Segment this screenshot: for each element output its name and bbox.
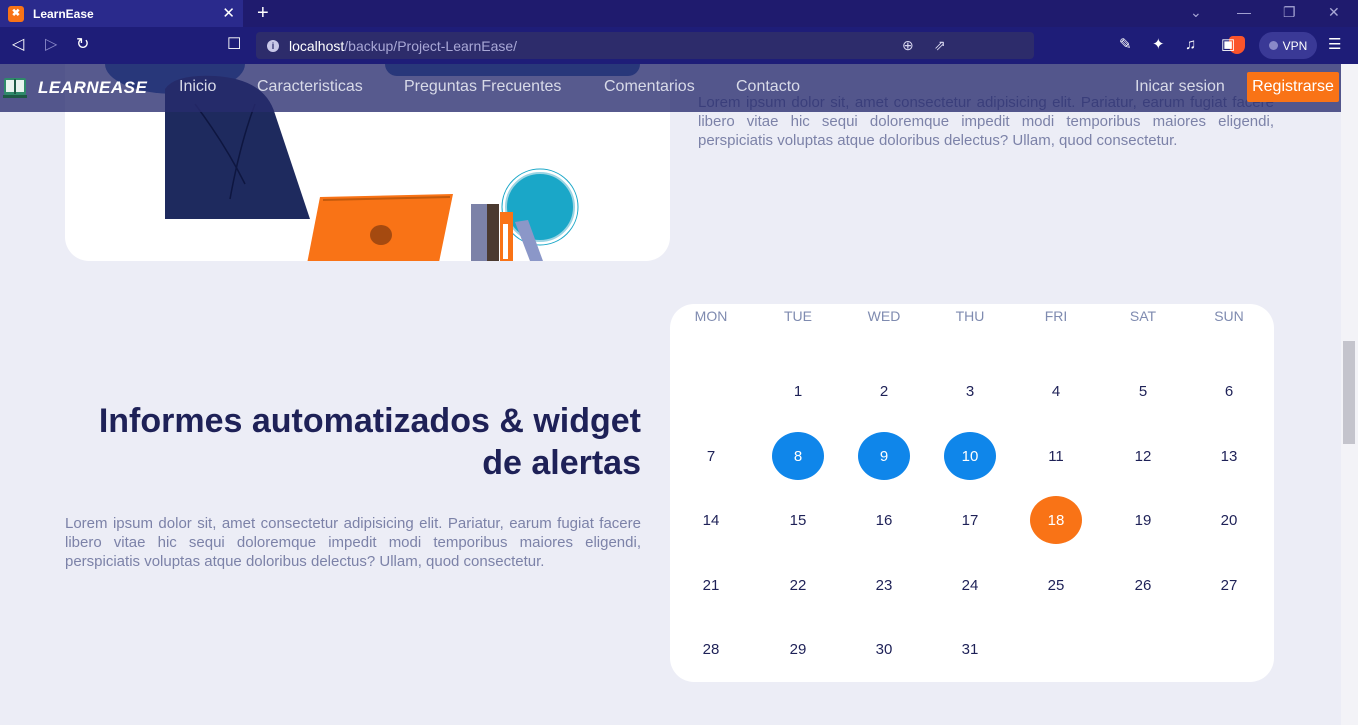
- calendar-day-16[interactable]: 16: [858, 496, 910, 544]
- vpn-button[interactable]: VPN: [1259, 32, 1317, 59]
- section-heading: Informes automatizados & widget de alert…: [98, 402, 641, 482]
- bookmark-icon[interactable]: ☐: [227, 35, 241, 55]
- calendar-day-18[interactable]: 18: [1030, 496, 1082, 544]
- calendar-day-31[interactable]: 31: [944, 625, 996, 673]
- calendar-day-2[interactable]: 2: [858, 367, 910, 415]
- calendar-day-25[interactable]: 25: [1030, 561, 1082, 609]
- calendar-day-4[interactable]: 4: [1030, 367, 1082, 415]
- calendar-day-23[interactable]: 23: [858, 561, 910, 609]
- calendar-day-20[interactable]: 20: [1203, 496, 1255, 544]
- close-tab-icon[interactable]: ✕: [222, 6, 235, 21]
- restore-icon[interactable]: ❐: [1283, 4, 1296, 20]
- browser-toolbar: ◁ ▷ ↻ ☐ i localhost/backup/Project-Learn…: [0, 27, 1358, 64]
- nav-link-preguntas-frecuentes[interactable]: Preguntas Frecuentes: [404, 78, 561, 96]
- calendar-day-30[interactable]: 30: [858, 625, 910, 673]
- nav-link-inicio[interactable]: Inicio: [179, 78, 216, 96]
- url-text: localhost/backup/Project-LearnEase/: [289, 38, 517, 54]
- nav-link-comentarios[interactable]: Comentarios: [604, 78, 695, 96]
- calendar-day-1[interactable]: 1: [772, 367, 824, 415]
- calendar-day-11[interactable]: 11: [1030, 432, 1082, 480]
- calendar-weekday-header: WED: [867, 308, 901, 324]
- calendar-weekday-header: THU: [955, 308, 985, 324]
- calendar-day-8[interactable]: 8: [772, 432, 824, 480]
- zoom-icon[interactable]: ⊕: [902, 37, 914, 54]
- leo-ai-icon[interactable]: ✎: [1119, 36, 1132, 54]
- calendar-day-12[interactable]: 12: [1117, 432, 1169, 480]
- browser-tab[interactable]: ✖ LearnEase ✕: [0, 0, 243, 27]
- calendar-weekday-header: FRI: [1044, 308, 1068, 324]
- nav-link-caracteristicas[interactable]: Caracteristicas: [257, 78, 363, 96]
- url-host: localhost: [289, 37, 345, 54]
- scrollbar-thumb[interactable]: [1343, 341, 1355, 444]
- calendar-day-29[interactable]: 29: [772, 625, 824, 673]
- section-paragraph: Lorem ipsum dolor sit, amet consectetur …: [65, 515, 641, 570]
- calendar-day-7[interactable]: 7: [685, 432, 737, 480]
- reload-icon[interactable]: ↻: [76, 35, 89, 55]
- login-link[interactable]: Inicar sesion: [1135, 78, 1225, 96]
- calendar-widget: MON TUE WED THU FRI SAT SUN 1 2 3 4 5 6 7 8 9 10 11 12 13 14…: [670, 304, 1274, 682]
- calendar-day-21[interactable]: 21: [685, 561, 737, 609]
- forward-icon[interactable]: ▷: [45, 35, 57, 55]
- page-scrollbar[interactable]: [1341, 64, 1358, 725]
- calendar-day-3[interactable]: 3: [944, 367, 996, 415]
- site-navbar: LEARNEASE Inicio Caracteristicas Pregunt…: [0, 64, 1341, 112]
- calendar-day-17[interactable]: 17: [944, 496, 996, 544]
- calendar-day-28[interactable]: 28: [685, 625, 737, 673]
- tab-search-chevron-icon[interactable]: ⌄: [1190, 4, 1202, 20]
- close-window-icon[interactable]: ✕: [1328, 4, 1340, 20]
- calendar-weekday-header: TUE: [784, 308, 812, 324]
- page-viewport: Lorem ipsum dolor sit, amet consectetur …: [0, 64, 1341, 725]
- extensions-icon[interactable]: ✦: [1152, 36, 1165, 54]
- calendar-day-9[interactable]: 9: [858, 432, 910, 480]
- media-icon[interactable]: ♫: [1185, 36, 1196, 54]
- browser-tab-bar: ✖ LearnEase ✕ + ⌄ — ❐ ✕: [0, 0, 1358, 27]
- calendar-day-14[interactable]: 14: [685, 496, 737, 544]
- calendar-day-22[interactable]: 22: [772, 561, 824, 609]
- new-tab-icon[interactable]: +: [257, 2, 269, 24]
- calendar-day-10[interactable]: 10: [944, 432, 996, 480]
- calendar-day-13[interactable]: 13: [1203, 432, 1255, 480]
- minimize-icon[interactable]: —: [1237, 4, 1251, 20]
- register-button[interactable]: Registrarse: [1247, 72, 1339, 102]
- calendar-day-6[interactable]: 6: [1203, 367, 1255, 415]
- calendar-weekday-header: SUN: [1214, 308, 1244, 324]
- calendar-day-5[interactable]: 5: [1117, 367, 1169, 415]
- calendar-day-19[interactable]: 19: [1117, 496, 1169, 544]
- book-logo-icon: [3, 78, 27, 98]
- site-logo-text[interactable]: LEARNEASE: [38, 78, 147, 98]
- xampp-favicon-icon: ✖: [8, 5, 24, 22]
- calendar-weekday-header: SAT: [1129, 308, 1157, 324]
- calendar-weekday-header: MON: [694, 308, 728, 324]
- share-icon[interactable]: ⇗: [934, 37, 946, 54]
- tab-title: LearnEase: [33, 6, 94, 21]
- vpn-label: VPN: [1282, 38, 1308, 53]
- address-bar[interactable]: i localhost/backup/Project-LearnEase/ ⊕ …: [256, 32, 1280, 59]
- nav-link-contacto[interactable]: Contacto: [736, 78, 800, 96]
- calendar-day-26[interactable]: 26: [1117, 561, 1169, 609]
- site-info-icon[interactable]: i: [267, 39, 279, 52]
- calendar-day-15[interactable]: 15: [772, 496, 824, 544]
- url-path: /backup/Project-LearnEase/: [344, 37, 518, 54]
- wallet-icon[interactable]: ▣: [1221, 36, 1235, 54]
- calendar-day-24[interactable]: 24: [944, 561, 996, 609]
- calendar-day-27[interactable]: 27: [1203, 561, 1255, 609]
- back-icon[interactable]: ◁: [12, 35, 24, 55]
- menu-icon[interactable]: ☰: [1328, 36, 1341, 54]
- vpn-status-icon: [1268, 41, 1278, 50]
